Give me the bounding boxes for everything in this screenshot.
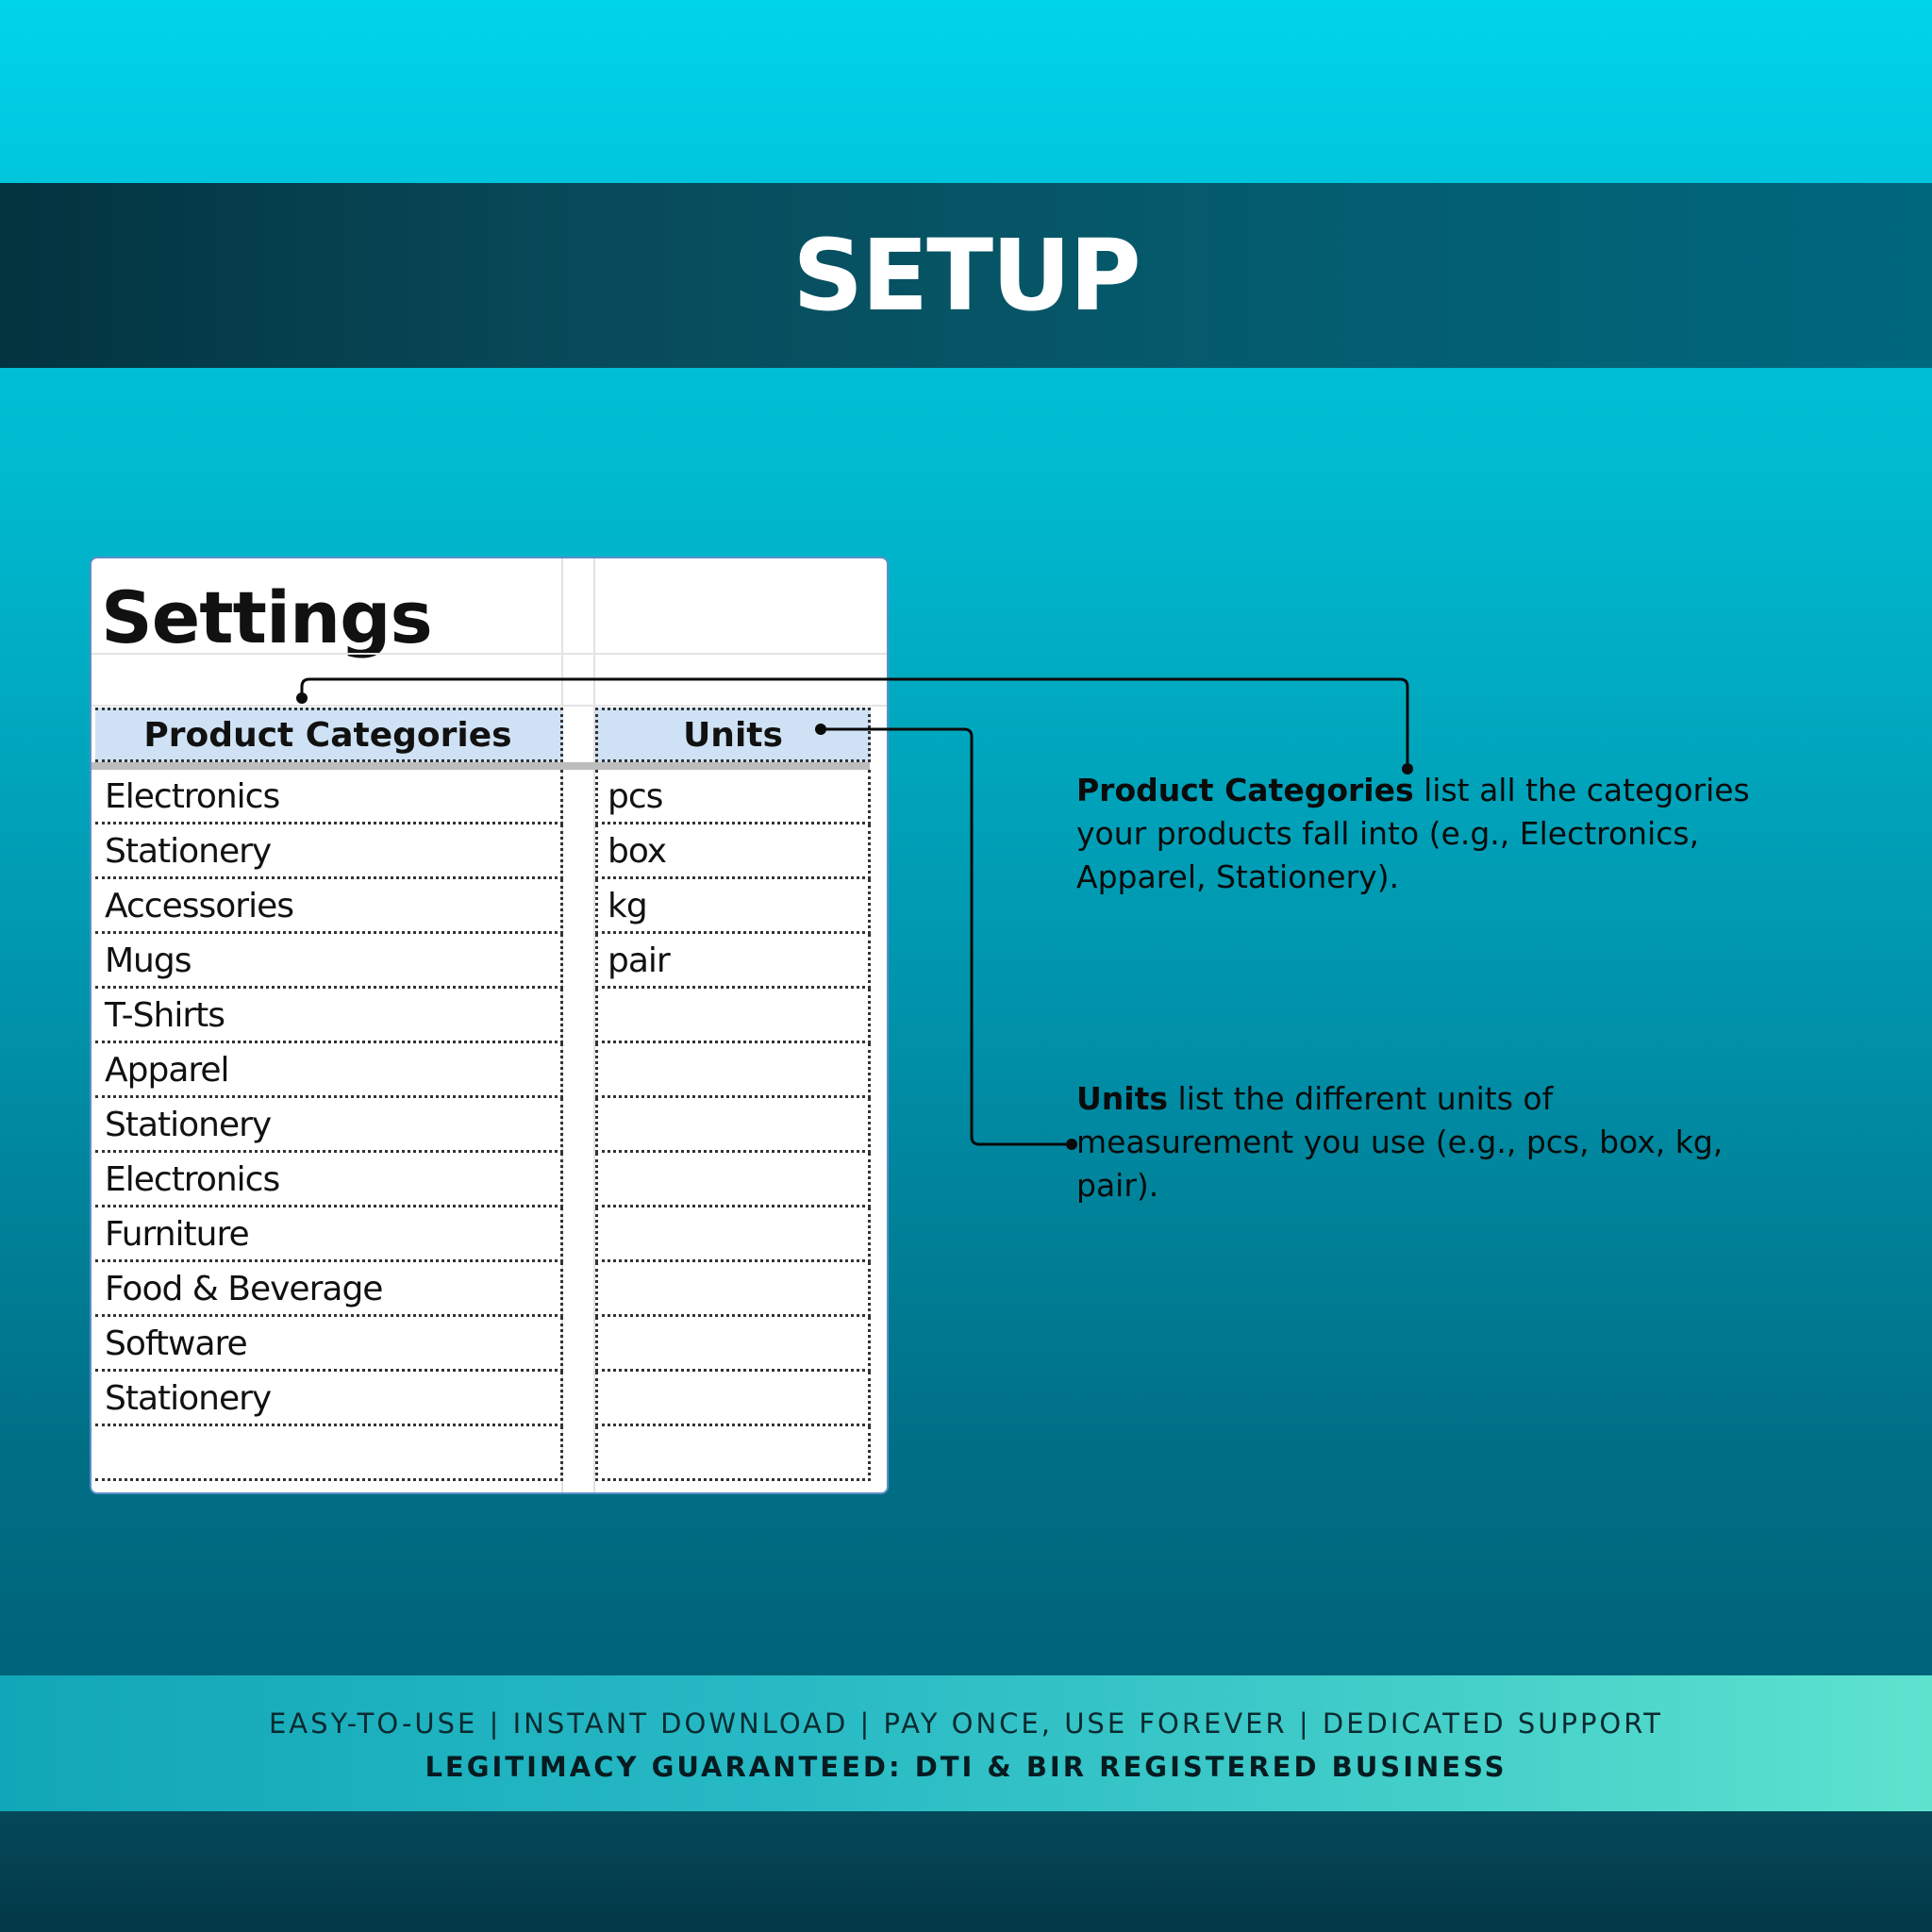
sheet-title: Settings [101,575,433,659]
category-cell[interactable]: Apparel [95,1043,563,1098]
footer-features: EASY-TO-USE | INSTANT DOWNLOAD | PAY ONC… [268,1707,1664,1740]
table-row: Stationery [92,1098,887,1153]
footer-legitimacy: LEGITIMACY GUARANTEED: DTI & BIR REGISTE… [425,1751,1507,1783]
table-row: Food & Beverage [92,1262,887,1317]
table-row: Accessories kg [92,879,887,934]
table-row [92,1426,887,1481]
table-row: T-Shirts [92,989,887,1043]
top-band [0,0,1932,183]
table-row: Electronics pcs [92,770,887,824]
bottom-band [0,1811,1932,1932]
category-cell[interactable]: Stationery [95,1098,563,1153]
unit-cell[interactable] [595,1208,871,1262]
unit-cell[interactable]: box [595,824,871,879]
units-description: Units list the different units of measur… [1076,1077,1774,1208]
category-cell[interactable]: Furniture [95,1208,563,1262]
category-cell[interactable]: Stationery [95,1372,563,1426]
category-cell[interactable] [95,1426,563,1481]
table-row: Furniture [92,1208,887,1262]
table-row: Mugs pair [92,934,887,989]
settings-sheet: Settings Product Categories Units Electr… [90,557,889,1494]
unit-cell[interactable] [595,1043,871,1098]
units-term: Units [1076,1080,1169,1117]
header-separator [92,762,870,770]
categories-description: Product Categories list all the categori… [1076,769,1756,899]
header-product-categories[interactable]: Product Categories [95,708,563,762]
row-divider [92,653,887,655]
unit-cell[interactable]: kg [595,879,871,934]
table-body: Electronics pcs Stationery box Accessories kg… [92,770,887,1481]
table-row: Apparel [92,1043,887,1098]
unit-cell[interactable] [595,1262,871,1317]
page-title: SETUP [792,218,1141,333]
unit-cell[interactable] [595,1153,871,1208]
table-row: Electronics [92,1153,887,1208]
unit-cell[interactable] [595,1317,871,1372]
table-row: Stationery [92,1372,887,1426]
footer-band: EASY-TO-USE | INSTANT DOWNLOAD | PAY ONC… [0,1675,1932,1811]
category-cell[interactable]: Electronics [95,770,563,824]
unit-cell[interactable]: pcs [595,770,871,824]
unit-cell[interactable]: pair [595,934,871,989]
category-cell[interactable]: Electronics [95,1153,563,1208]
unit-cell[interactable] [595,1426,871,1481]
unit-cell[interactable] [595,1098,871,1153]
category-cell[interactable]: Food & Beverage [95,1262,563,1317]
row-divider [92,705,887,707]
unit-cell[interactable] [595,989,871,1043]
table-row: Stationery box [92,824,887,879]
category-cell[interactable]: Software [95,1317,563,1372]
header-band: SETUP [0,183,1932,368]
table-row: Software [92,1317,887,1372]
category-cell[interactable]: Mugs [95,934,563,989]
header-units[interactable]: Units [595,708,871,762]
categories-term: Product Categories [1076,772,1414,808]
units-text: list the different units of measurement … [1076,1080,1724,1204]
category-cell[interactable]: Accessories [95,879,563,934]
category-cell[interactable]: T-Shirts [95,989,563,1043]
category-cell[interactable]: Stationery [95,824,563,879]
unit-cell[interactable] [595,1372,871,1426]
